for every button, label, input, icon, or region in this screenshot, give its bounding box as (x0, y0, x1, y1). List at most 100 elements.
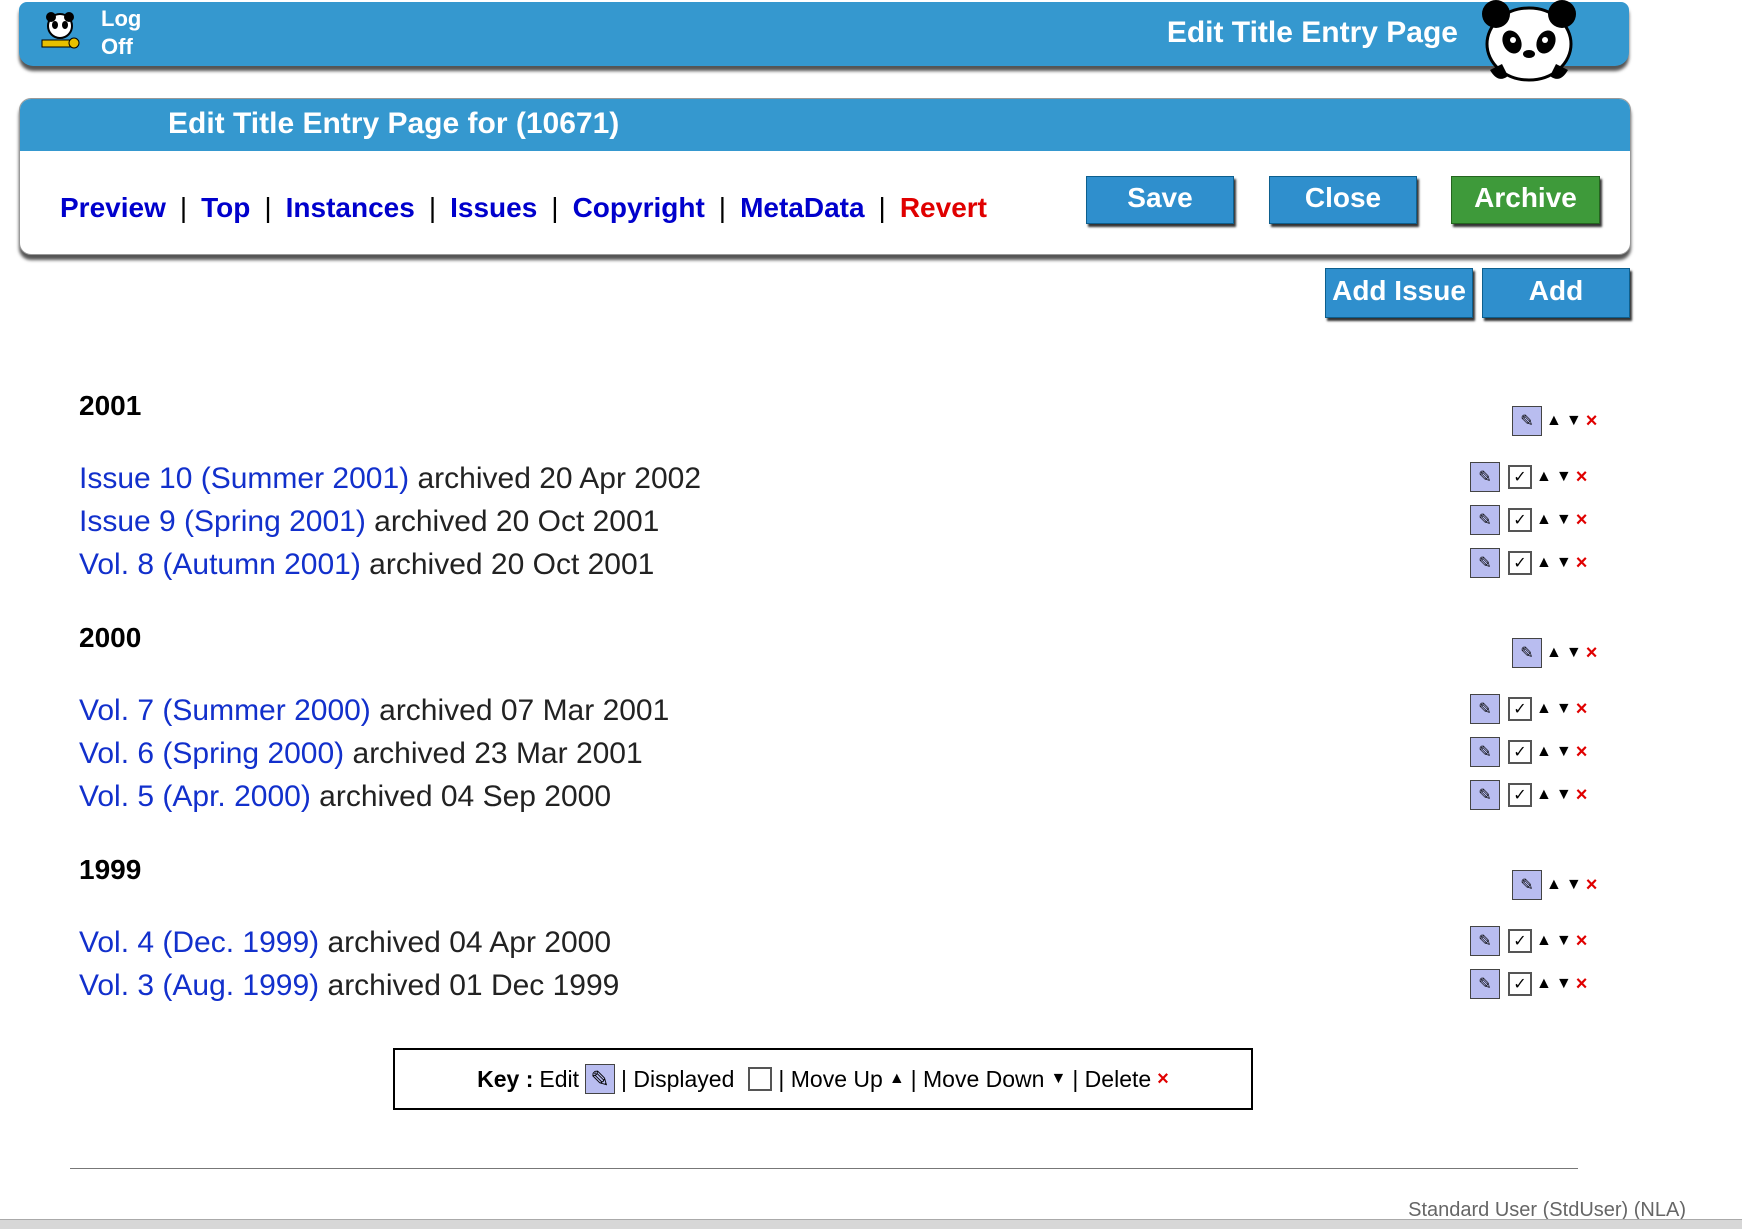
issue-link[interactable]: Issue 10 (Summer 2001) (79, 462, 409, 495)
move-up-icon[interactable]: ▲ (1536, 744, 1552, 760)
item-controls: ✎ ✓ ▲ ▼ × (1470, 694, 1587, 724)
group-year-2000: 2000 (79, 622, 142, 653)
delete-icon[interactable]: × (1586, 875, 1598, 895)
edit-icon[interactable]: ✎ (1470, 737, 1500, 767)
list-item: Vol. 7 (Summer 2000) archived 07 Mar 200… (79, 694, 669, 728)
item-controls: ✎ ✓ ▲ ▼ × (1470, 969, 1587, 999)
issue-link[interactable]: Vol. 3 (Aug. 1999) (79, 969, 319, 1002)
delete-icon[interactable]: × (1576, 742, 1588, 762)
displayed-checkbox[interactable]: ✓ (1508, 508, 1532, 532)
move-up-icon[interactable]: ▲ (1546, 413, 1562, 429)
displayed-checkbox[interactable]: ✓ (1508, 783, 1532, 807)
move-up-icon: ▲ (888, 1070, 905, 1087)
move-down-icon[interactable]: ▼ (1566, 877, 1582, 893)
banner-title: Edit Title Entry Page (1166, 16, 1458, 49)
save-button[interactable]: Save (1086, 176, 1234, 224)
move-down-icon[interactable]: ▼ (1556, 469, 1572, 485)
move-up-icon[interactable]: ▲ (1536, 512, 1552, 528)
nav-copyright[interactable]: Copyright (573, 192, 705, 223)
list-item: Vol. 8 (Autumn 2001) archived 20 Oct 200… (79, 548, 654, 582)
move-down-icon[interactable]: ▼ (1556, 787, 1572, 803)
delete-icon[interactable]: × (1576, 553, 1588, 573)
move-up-icon[interactable]: ▲ (1536, 469, 1552, 485)
group-controls: ✎ ▲ ▼ × (1512, 870, 1597, 900)
move-down-icon[interactable]: ▼ (1556, 976, 1572, 992)
issue-status: archived 07 Mar 2001 (370, 694, 670, 727)
item-controls: ✎ ✓ ▲ ▼ × (1470, 505, 1587, 535)
displayed-checkbox[interactable]: ✓ (1508, 465, 1532, 489)
nav-issues[interactable]: Issues (450, 192, 537, 223)
delete-icon[interactable]: × (1576, 510, 1588, 530)
delete-icon[interactable]: × (1576, 699, 1588, 719)
displayed-checkbox[interactable]: ✓ (1508, 929, 1532, 953)
delete-icon[interactable]: × (1576, 467, 1588, 487)
key-move-down-label: | Move Down (910, 1065, 1045, 1092)
edit-icon[interactable]: ✎ (1470, 694, 1500, 724)
move-down-icon[interactable]: ▼ (1566, 645, 1582, 661)
edit-icon[interactable]: ✎ (1470, 462, 1500, 492)
displayed-checkbox[interactable]: ✓ (1508, 740, 1532, 764)
nav-top[interactable]: Top (201, 192, 250, 223)
nav-revert[interactable]: Revert (900, 192, 987, 223)
item-controls: ✎ ✓ ▲ ▼ × (1470, 548, 1587, 578)
issue-link[interactable]: Vol. 7 (Summer 2000) (79, 694, 371, 727)
move-up-icon[interactable]: ▲ (1536, 701, 1552, 717)
list-item: Issue 9 (Spring 2001) archived 20 Oct 20… (79, 505, 659, 539)
delete-icon[interactable]: × (1586, 411, 1598, 431)
add-issue-button[interactable]: Add Issue (1325, 268, 1473, 318)
panda-key-icon[interactable] (38, 10, 82, 54)
move-down-icon[interactable]: ▼ (1566, 413, 1582, 429)
edit-icon[interactable]: ✎ (1512, 870, 1542, 900)
edit-icon[interactable]: ✎ (1512, 406, 1542, 436)
nav-preview[interactable]: Preview (60, 192, 166, 223)
move-down-icon[interactable]: ▼ (1556, 701, 1572, 717)
move-up-icon[interactable]: ▲ (1546, 645, 1562, 661)
logoff-link-line2[interactable]: Off (101, 34, 133, 60)
edit-icon[interactable]: ✎ (1470, 780, 1500, 810)
issue-status: archived 04 Apr 2000 (319, 926, 612, 959)
issue-link[interactable]: Vol. 5 (Apr. 2000) (79, 780, 311, 813)
issue-status: archived 20 Oct 2001 (365, 505, 660, 538)
list-item: Vol. 4 (Dec. 1999) archived 04 Apr 2000 (79, 926, 611, 960)
delete-icon[interactable]: × (1576, 931, 1588, 951)
move-up-icon[interactable]: ▲ (1536, 555, 1552, 571)
nav-instances[interactable]: Instances (286, 192, 415, 223)
edit-icon[interactable]: ✎ (1512, 638, 1542, 668)
delete-icon[interactable]: × (1576, 974, 1588, 994)
displayed-checkbox[interactable]: ✓ (1508, 697, 1532, 721)
displayed-checkbox[interactable]: ✓ (1508, 972, 1532, 996)
move-down-icon[interactable]: ▼ (1556, 933, 1572, 949)
archive-button[interactable]: Archive (1451, 176, 1600, 224)
group-year-2001: 2001 (79, 390, 142, 421)
nav-separator: | (551, 192, 559, 223)
move-up-icon[interactable]: ▲ (1536, 933, 1552, 949)
edit-icon[interactable]: ✎ (1470, 926, 1500, 956)
displayed-checkbox[interactable]: ✓ (1508, 551, 1532, 575)
move-up-icon[interactable]: ▲ (1536, 787, 1552, 803)
footer-divider (70, 1168, 1578, 1169)
issue-status: archived 20 Oct 2001 (360, 548, 655, 581)
delete-icon[interactable]: × (1576, 785, 1588, 805)
edit-icon[interactable]: ✎ (1470, 969, 1500, 999)
delete-icon: × (1157, 1068, 1169, 1090)
item-controls: ✎ ✓ ▲ ▼ × (1470, 737, 1587, 767)
issue-link[interactable]: Vol. 4 (Dec. 1999) (79, 926, 319, 959)
close-button[interactable]: Close (1269, 176, 1417, 224)
move-up-icon[interactable]: ▲ (1546, 877, 1562, 893)
move-down-icon[interactable]: ▼ (1556, 512, 1572, 528)
add-group-button[interactable]: Add Group (1482, 268, 1630, 350)
move-down-icon[interactable]: ▼ (1556, 555, 1572, 571)
move-up-icon[interactable]: ▲ (1536, 976, 1552, 992)
group-year-1999: 1999 (79, 854, 142, 885)
issue-link[interactable]: Issue 9 (Spring 2001) (79, 505, 366, 538)
delete-icon[interactable]: × (1586, 643, 1598, 663)
logoff-link-line1[interactable]: Log (101, 6, 141, 32)
checkbox-icon (748, 1067, 773, 1091)
issue-link[interactable]: Vol. 8 (Autumn 2001) (79, 548, 361, 581)
nav-separator: | (179, 192, 188, 223)
move-down-icon[interactable]: ▼ (1556, 744, 1572, 760)
nav-metadata[interactable]: MetaData (740, 192, 864, 223)
edit-icon[interactable]: ✎ (1470, 548, 1500, 578)
edit-icon[interactable]: ✎ (1470, 505, 1500, 535)
issue-link[interactable]: Vol. 6 (Spring 2000) (79, 737, 344, 770)
